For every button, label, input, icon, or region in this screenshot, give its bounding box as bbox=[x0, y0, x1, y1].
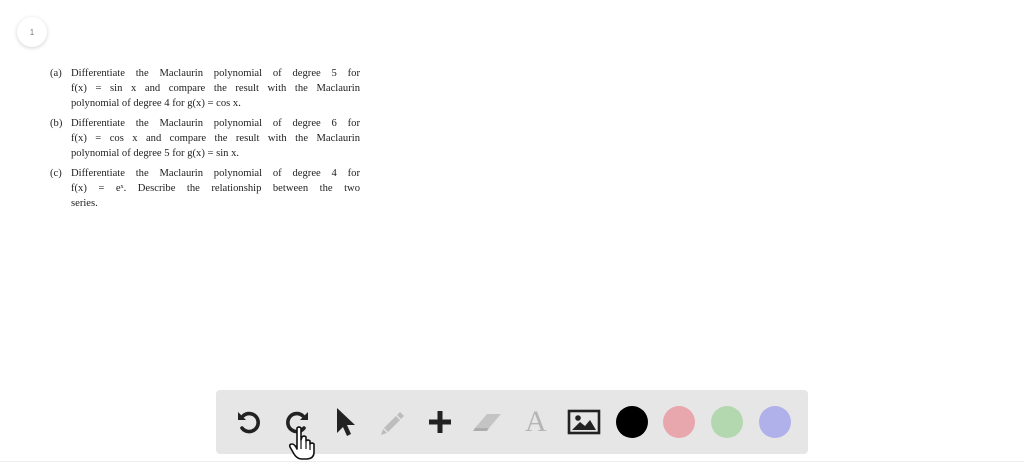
whiteboard-canvas[interactable]: 1 (a) Differentiate the Maclaurin polyno… bbox=[0, 0, 1024, 462]
problem-line: f(x) = eˣ. Describe the relationship bet… bbox=[71, 183, 360, 194]
problem-line: Differentiate the Maclaurin polynomial o… bbox=[71, 68, 360, 79]
color-dot bbox=[615, 406, 648, 438]
text-tool-button[interactable]: A bbox=[519, 405, 553, 439]
color-dot bbox=[663, 406, 696, 438]
problem-line: polynomial of degree 4 for g(x) = cos x. bbox=[71, 98, 241, 109]
problem-line: Differentiate the Maclaurin polynomial o… bbox=[71, 168, 360, 179]
page-number-badge[interactable]: 1 bbox=[17, 17, 47, 47]
image-tool-button[interactable] bbox=[567, 405, 601, 439]
part-label: (a) bbox=[50, 68, 62, 79]
problem-line: series. bbox=[71, 198, 98, 209]
problem-line: polynomial of degree 5 for g(x) = sin x. bbox=[71, 148, 240, 159]
part-label: (b) bbox=[50, 118, 63, 129]
pointer-arrow-icon bbox=[336, 408, 355, 436]
part-label: (c) bbox=[50, 168, 62, 179]
problem-text: (a) Differentiate the Maclaurin polynomi… bbox=[50, 66, 360, 216]
add-shape-button[interactable] bbox=[423, 405, 457, 439]
color-swatch-green[interactable] bbox=[710, 405, 744, 439]
page-number: 1 bbox=[29, 27, 35, 37]
text-icon: A bbox=[525, 405, 547, 438]
color-swatch-black[interactable] bbox=[615, 405, 649, 439]
eraser-icon bbox=[473, 414, 502, 431]
image-icon bbox=[567, 409, 600, 435]
problem-part-b: (b) Differentiate the Maclaurin polynomi… bbox=[50, 116, 360, 161]
color-swatch-pink[interactable] bbox=[662, 405, 696, 439]
problem-line: Differentiate the Maclaurin polynomial o… bbox=[71, 118, 360, 129]
undo-icon bbox=[238, 411, 260, 434]
problem-line: f(x) = sin x and compare the result with… bbox=[71, 83, 360, 94]
pencil-icon bbox=[381, 412, 405, 435]
color-dot bbox=[758, 406, 791, 438]
problem-part-a: (a) Differentiate the Maclaurin polynomi… bbox=[50, 66, 360, 111]
problem-part-c: (c) Differentiate the Maclaurin polynomi… bbox=[50, 166, 360, 211]
plus-icon bbox=[429, 411, 452, 433]
pen-tool-button[interactable] bbox=[375, 405, 409, 439]
color-dot bbox=[711, 406, 744, 438]
color-swatch-lavender[interactable] bbox=[758, 405, 792, 439]
select-tool-button[interactable] bbox=[328, 405, 362, 439]
undo-button[interactable] bbox=[232, 405, 266, 439]
hand-cursor-icon bbox=[288, 426, 315, 460]
eraser-tool-button[interactable] bbox=[471, 405, 505, 439]
problem-line: f(x) = cos x and compare the result with… bbox=[71, 133, 360, 144]
